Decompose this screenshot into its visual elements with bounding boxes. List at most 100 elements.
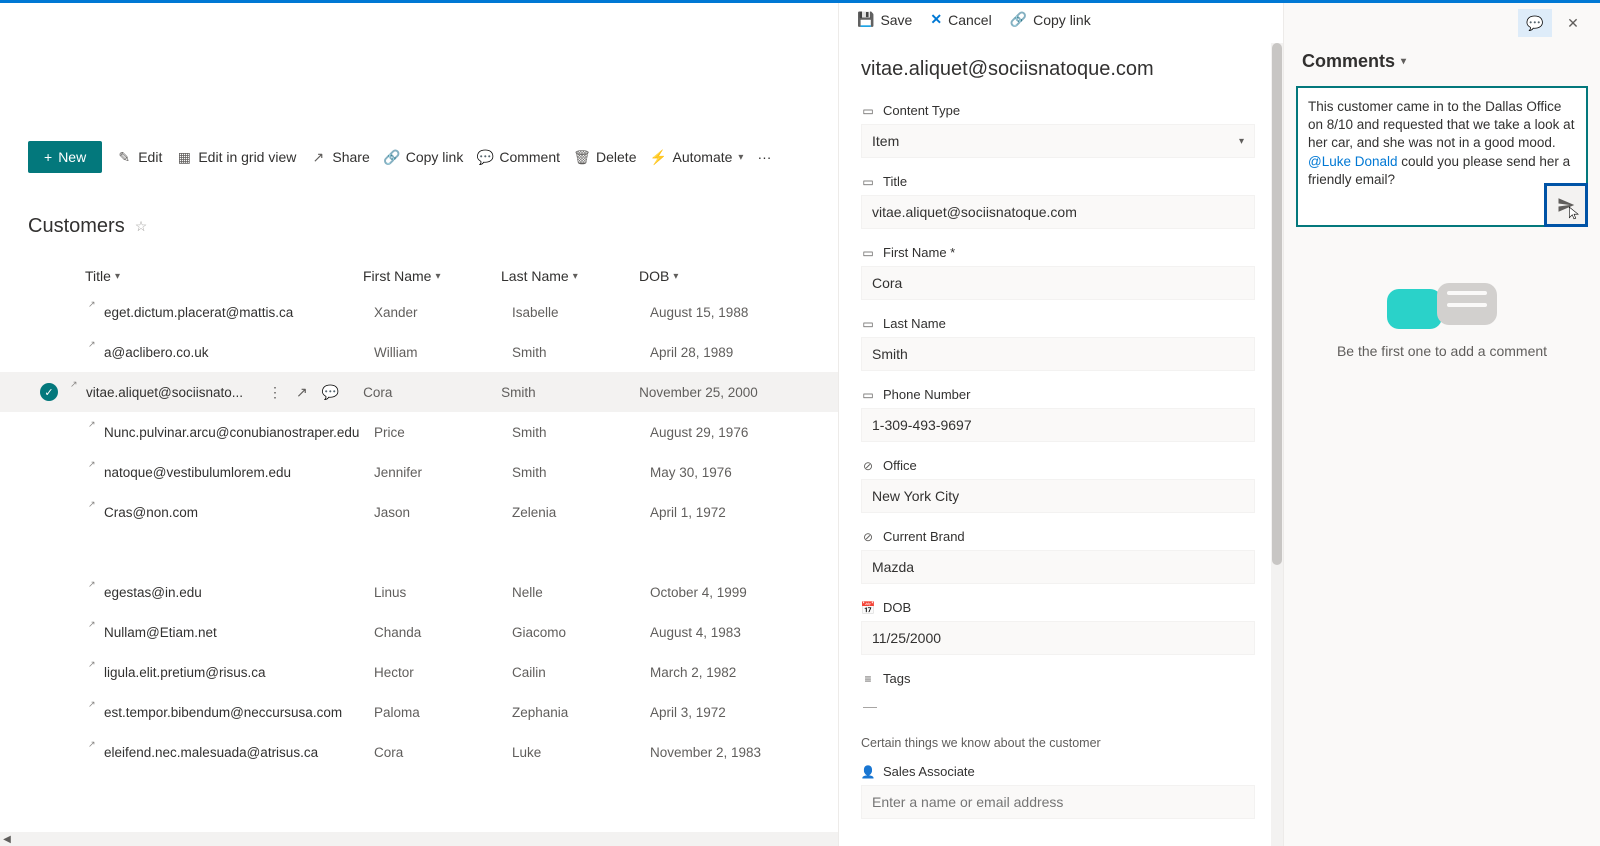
cell-title[interactable]: est.tempor.bibendum@neccursusa.com <box>96 705 374 720</box>
table-row[interactable]: ✓vitae.aliquet@sociisnato...⋮↗💬CoraSmith… <box>0 372 838 412</box>
delete-label: Delete <box>596 149 636 165</box>
close-icon: ✕ <box>1567 15 1579 32</box>
cell-dob: April 1, 1972 <box>650 505 810 520</box>
sales-assoc-label: Sales Associate <box>883 764 975 779</box>
cell-last-name: Zephania <box>512 705 650 720</box>
first-name-input[interactable] <box>861 266 1255 300</box>
chevron-down-icon: ▾ <box>115 271 120 282</box>
cell-title[interactable]: ligula.elit.pretium@risus.ca <box>96 665 374 680</box>
first-name-label: First Name * <box>883 245 955 260</box>
cell-last-name: Smith <box>512 345 650 360</box>
copy-link-button[interactable]: 🔗 Copy link <box>384 149 464 165</box>
cell-title[interactable]: Cras@non.com <box>96 505 374 520</box>
office-input[interactable] <box>861 479 1255 513</box>
cell-title[interactable]: natoque@vestibulumlorem.edu <box>96 465 374 480</box>
close-panel-button[interactable]: ✕ <box>1556 9 1590 37</box>
dob-input[interactable] <box>861 621 1255 655</box>
share-label: Share <box>332 149 369 165</box>
cell-first-name: Jennifer <box>374 465 512 480</box>
comments-title: Comments <box>1302 51 1395 72</box>
column-last-label: Last Name <box>501 268 569 284</box>
sales-assoc-input[interactable] <box>861 785 1255 819</box>
column-header-title[interactable]: Title ▾ <box>85 268 363 284</box>
cell-last-name: Giacomo <box>512 625 650 640</box>
table-row[interactable]: ✓ligula.elit.pretium@risus.caHectorCaili… <box>0 652 838 692</box>
comments-panel: 💬 ✕ Comments ▾ This customer came in to … <box>1283 3 1600 846</box>
cell-title[interactable]: a@aclibero.co.uk <box>96 345 374 360</box>
favorite-star-icon[interactable]: ☆ <box>135 218 148 235</box>
edit-button[interactable]: ✎ Edit <box>116 149 162 165</box>
row-actions: ⋮ ↗ 💬 <box>268 384 339 401</box>
chevron-down-icon: ▾ <box>738 152 743 163</box>
phone-input[interactable] <box>861 408 1255 442</box>
content-type-select[interactable]: Item ▾ <box>861 124 1255 158</box>
title-field-label: Title <box>883 174 907 189</box>
comments-header[interactable]: Comments ▾ <box>1284 43 1600 86</box>
more-button[interactable]: ··· <box>757 149 771 165</box>
copylink-label: Copy link <box>406 149 464 165</box>
save-label: Save <box>880 12 912 28</box>
table-row[interactable]: ✓natoque@vestibulumlorem.eduJenniferSmit… <box>0 452 838 492</box>
column-header-last-name[interactable]: Last Name▾ <box>501 268 639 284</box>
table-row[interactable]: ✓Nullam@Etiam.netChandaGiacomoAugust 4, … <box>0 612 838 652</box>
table-row[interactable]: ✓est.tempor.bibendum@neccursusa.comPalom… <box>0 692 838 732</box>
table-row[interactable]: ✓eget.dictum.placerat@mattis.caXanderIsa… <box>0 292 838 332</box>
column-first-label: First Name <box>363 268 431 284</box>
table-row[interactable]: ✓eleifend.nec.malesuada@atrisus.caCoraLu… <box>0 732 838 772</box>
table-row[interactable]: ✓egestas@in.eduLinusNelleOctober 4, 1999 <box>0 572 838 612</box>
tags-icon: ≡ <box>861 672 875 686</box>
edit-grid-button[interactable]: ▦ Edit in grid view <box>176 149 296 165</box>
column-headers: Title ▾ First Name▾ Last Name▾ DOB▾ <box>0 250 838 292</box>
comment-mention[interactable]: @Luke Donald <box>1308 154 1398 169</box>
column-header-dob[interactable]: DOB▾ <box>639 268 799 284</box>
comment-icon: 💬 <box>477 149 493 165</box>
column-header-first-name[interactable]: First Name▾ <box>363 268 501 284</box>
cell-title[interactable]: Nullam@Etiam.net <box>96 625 374 640</box>
vertical-scrollbar[interactable] <box>1271 43 1283 846</box>
brand-input[interactable] <box>861 550 1255 584</box>
scroll-left-icon[interactable]: ◀ <box>0 834 14 845</box>
horizontal-scrollbar[interactable]: ◀ <box>0 832 838 846</box>
cell-first-name: William <box>374 345 512 360</box>
cell-last-name: Isabelle <box>512 305 650 320</box>
automate-button[interactable]: ⚡ Automate ▾ <box>650 149 743 165</box>
last-name-label: Last Name <box>883 316 946 331</box>
toggle-comments-button[interactable]: 💬 <box>1518 9 1552 37</box>
send-comment-button[interactable] <box>1544 183 1588 227</box>
cell-title[interactable]: vitae.aliquet@sociisnato... <box>78 385 268 400</box>
panel-copy-link-button[interactable]: 🔗 Copy link <box>1010 11 1091 28</box>
cell-title[interactable]: Nunc.pulvinar.arcu@conubianostraper.edu <box>96 425 374 440</box>
share-button[interactable]: ↗ Share <box>310 149 369 165</box>
tags-value[interactable]: — <box>861 692 1255 720</box>
table-row[interactable]: ✓Nunc.pulvinar.arcu@conubianostraper.edu… <box>0 412 838 452</box>
title-input[interactable] <box>861 195 1255 229</box>
column-dob-label: DOB <box>639 268 669 284</box>
new-button[interactable]: + New <box>28 141 102 173</box>
content-type-value: Item <box>872 133 899 149</box>
cell-first-name: Hector <box>374 665 512 680</box>
last-name-input[interactable] <box>861 337 1255 371</box>
cell-title[interactable]: egestas@in.edu <box>96 585 374 600</box>
cell-last-name: Smith <box>512 465 650 480</box>
column-title-label: Title <box>85 268 111 284</box>
row-select-check[interactable]: ✓ <box>40 383 58 401</box>
calendar-icon: 📅 <box>861 601 875 615</box>
cancel-button[interactable]: ✕ Cancel <box>930 11 991 28</box>
delete-button[interactable]: 🗑 Delete <box>574 149 636 165</box>
empty-comments-illustration <box>1387 283 1497 331</box>
share-icon[interactable]: ↗ <box>296 384 308 401</box>
comment-input[interactable]: This customer came in to the Dallas Offi… <box>1296 86 1588 227</box>
comment-button[interactable]: 💬 Comment <box>477 149 560 165</box>
link-icon: 🔗 <box>1010 11 1027 28</box>
comment-icon[interactable]: 💬 <box>322 384 339 401</box>
ellipsis-icon[interactable]: ⋮ <box>268 384 282 401</box>
scrollbar-thumb[interactable] <box>1272 43 1282 565</box>
save-button[interactable]: 💾 Save <box>857 11 912 28</box>
cell-title[interactable]: eleifend.nec.malesuada@atrisus.ca <box>96 745 374 760</box>
last-name-icon: ▭ <box>861 317 875 331</box>
table-row[interactable]: ✓Cras@non.comJasonZeleniaApril 1, 1972 <box>0 492 838 532</box>
dob-label: DOB <box>883 600 911 615</box>
cell-title[interactable]: eget.dictum.placerat@mattis.ca <box>96 305 374 320</box>
table-row[interactable]: ✓a@aclibero.co.ukWilliamSmithApril 28, 1… <box>0 332 838 372</box>
share-icon: ↗ <box>310 149 326 165</box>
